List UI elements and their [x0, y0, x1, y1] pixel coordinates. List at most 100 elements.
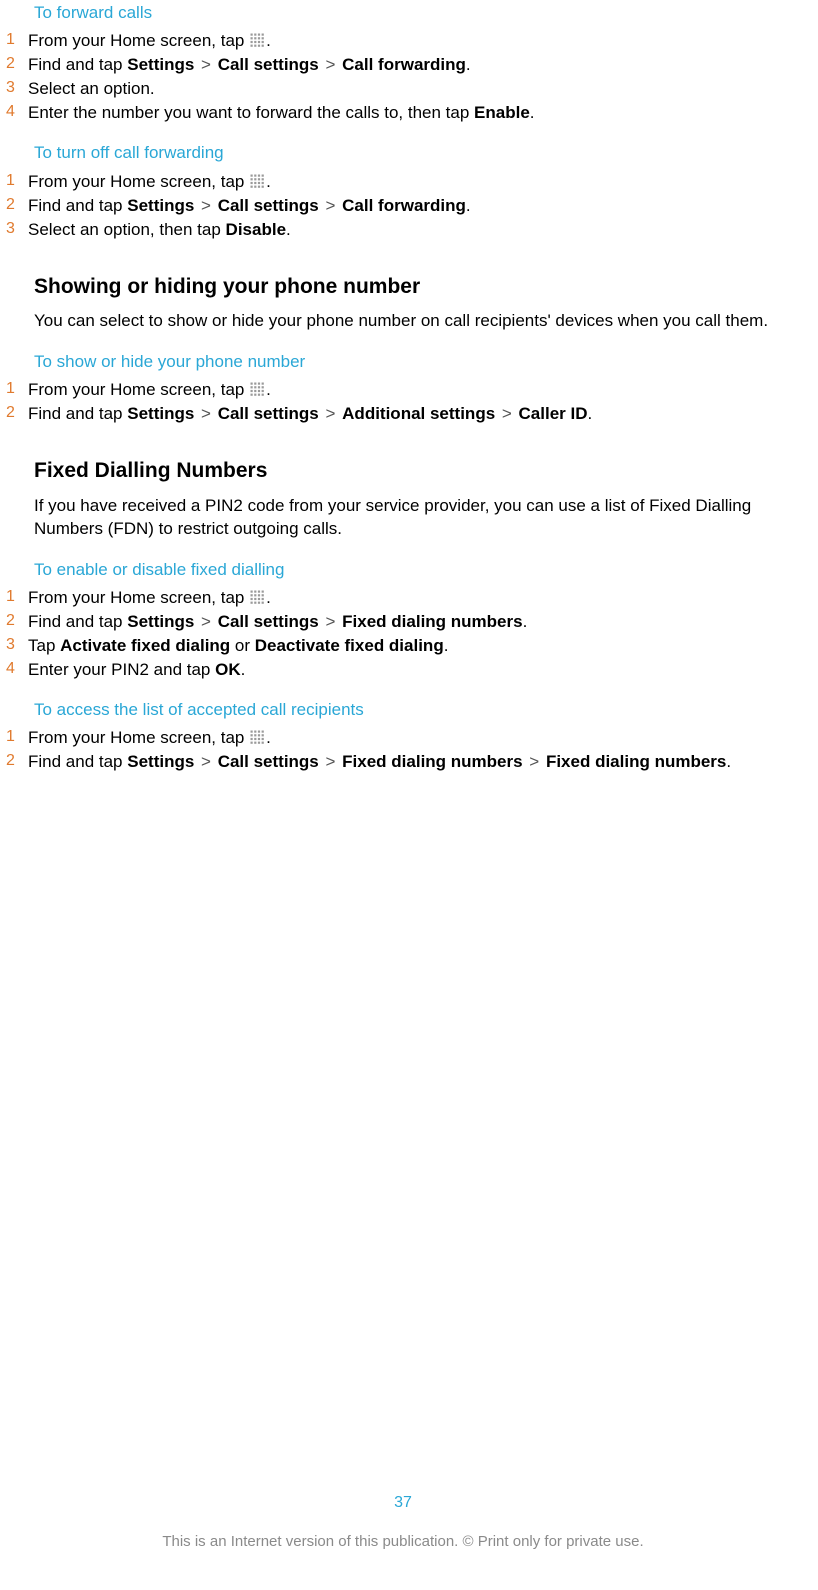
- section-heading: Showing or hiding your phone number: [34, 273, 806, 300]
- step-text: Enter your PIN2 and tap OK.: [28, 659, 806, 681]
- bold-term: Call settings: [218, 612, 319, 631]
- procedure-title: To access the list of accepted call reci…: [34, 699, 806, 721]
- step-list: 1From your Home screen, tap .2Find and t…: [0, 379, 806, 425]
- breadcrumb-separator: >: [523, 752, 546, 771]
- step-number: 1: [6, 171, 28, 192]
- step-number: 1: [6, 727, 28, 748]
- bold-term: Call forwarding: [342, 55, 466, 74]
- procedure-title: To turn off call forwarding: [34, 142, 806, 164]
- step-number: 1: [6, 587, 28, 608]
- step-text: Find and tap Settings > Call settings > …: [28, 403, 806, 425]
- step-text: Find and tap Settings > Call settings > …: [28, 751, 806, 773]
- breadcrumb-separator: >: [495, 404, 518, 423]
- section-heading: Fixed Dialling Numbers: [34, 457, 806, 484]
- bold-term: Fixed dialing numbers: [342, 612, 522, 631]
- step-number: 1: [6, 379, 28, 400]
- breadcrumb-separator: >: [319, 752, 342, 771]
- step-text: From your Home screen, tap .: [28, 171, 806, 193]
- breadcrumb-separator: >: [194, 404, 217, 423]
- step-row: 3Select an option, then tap Disable.: [0, 219, 806, 241]
- step-row: 4Enter your PIN2 and tap OK.: [0, 659, 806, 681]
- step-row: 1From your Home screen, tap .: [0, 379, 806, 401]
- procedure-title: To forward calls: [34, 2, 806, 24]
- apps-grid-icon: [250, 590, 265, 605]
- step-list: 1From your Home screen, tap .2Find and t…: [0, 30, 806, 124]
- bold-term: Call settings: [218, 55, 319, 74]
- step-text: From your Home screen, tap .: [28, 587, 806, 609]
- bold-term: Settings: [127, 196, 194, 215]
- step-number: 3: [6, 78, 28, 99]
- breadcrumb-separator: >: [319, 404, 342, 423]
- step-number: 2: [6, 611, 28, 632]
- step-text: Select an option.: [28, 78, 806, 100]
- step-text: Tap Activate fixed dialing or Deactivate…: [28, 635, 806, 657]
- bold-term: Activate fixed dialing: [60, 636, 230, 655]
- step-text: Find and tap Settings > Call settings > …: [28, 611, 806, 633]
- bold-term: Fixed dialing numbers: [342, 752, 522, 771]
- step-number: 2: [6, 54, 28, 75]
- step-text: Find and tap Settings > Call settings > …: [28, 195, 806, 217]
- step-row: 4Enter the number you want to forward th…: [0, 102, 806, 124]
- step-text: From your Home screen, tap .: [28, 727, 806, 749]
- bold-term: Call forwarding: [342, 196, 466, 215]
- step-text: From your Home screen, tap .: [28, 30, 806, 52]
- bold-term: Settings: [127, 752, 194, 771]
- bold-term: Call settings: [218, 196, 319, 215]
- step-number: 2: [6, 195, 28, 216]
- step-number: 1: [6, 30, 28, 51]
- bold-term: Call settings: [218, 752, 319, 771]
- step-number: 2: [6, 751, 28, 772]
- bold-term: Fixed dialing numbers: [546, 752, 726, 771]
- breadcrumb-separator: >: [319, 55, 342, 74]
- step-number: 3: [6, 635, 28, 656]
- step-list: 1From your Home screen, tap .2Find and t…: [0, 587, 806, 681]
- bold-term: Settings: [127, 55, 194, 74]
- body-paragraph: If you have received a PIN2 code from yo…: [34, 495, 798, 541]
- bold-term: OK: [215, 660, 241, 679]
- bold-term: Additional settings: [342, 404, 495, 423]
- step-text: Enter the number you want to forward the…: [28, 102, 806, 124]
- breadcrumb-separator: >: [194, 196, 217, 215]
- step-row: 3Tap Activate fixed dialing or Deactivat…: [0, 635, 806, 657]
- bold-term: Call settings: [218, 404, 319, 423]
- breadcrumb-separator: >: [319, 612, 342, 631]
- bold-term: Deactivate fixed dialing: [255, 636, 444, 655]
- step-list: 1From your Home screen, tap .2Find and t…: [0, 171, 806, 241]
- procedure-title: To enable or disable fixed dialling: [34, 559, 806, 581]
- apps-grid-icon: [250, 174, 265, 189]
- step-row: 2Find and tap Settings > Call settings >…: [0, 195, 806, 217]
- bold-term: Settings: [127, 612, 194, 631]
- breadcrumb-separator: >: [194, 55, 217, 74]
- body-paragraph: You can select to show or hide your phon…: [34, 310, 798, 333]
- step-row: 1From your Home screen, tap .: [0, 171, 806, 193]
- step-list: 1From your Home screen, tap .2Find and t…: [0, 727, 806, 773]
- bold-term: Disable: [226, 220, 286, 239]
- step-row: 2Find and tap Settings > Call settings >…: [0, 611, 806, 633]
- breadcrumb-separator: >: [194, 612, 217, 631]
- step-text: Find and tap Settings > Call settings > …: [28, 54, 806, 76]
- step-row: 1From your Home screen, tap .: [0, 587, 806, 609]
- footer-text: This is an Internet version of this publ…: [0, 1532, 806, 1552]
- step-number: 4: [6, 102, 28, 123]
- step-row: 2Find and tap Settings > Call settings >…: [0, 751, 806, 773]
- step-row: 2Find and tap Settings > Call settings >…: [0, 54, 806, 76]
- step-row: 1From your Home screen, tap .: [0, 30, 806, 52]
- step-number: 2: [6, 403, 28, 424]
- step-row: 2Find and tap Settings > Call settings >…: [0, 403, 806, 425]
- bold-term: Caller ID: [519, 404, 588, 423]
- page-number: 37: [0, 1493, 806, 1514]
- bold-term: Settings: [127, 404, 194, 423]
- procedure-title: To show or hide your phone number: [34, 351, 806, 373]
- step-number: 4: [6, 659, 28, 680]
- apps-grid-icon: [250, 730, 265, 745]
- step-text: Select an option, then tap Disable.: [28, 219, 806, 241]
- step-number: 3: [6, 219, 28, 240]
- breadcrumb-separator: >: [194, 752, 217, 771]
- step-row: 3Select an option.: [0, 78, 806, 100]
- step-text: From your Home screen, tap .: [28, 379, 806, 401]
- bold-term: Enable: [474, 103, 530, 122]
- step-row: 1From your Home screen, tap .: [0, 727, 806, 749]
- breadcrumb-separator: >: [319, 196, 342, 215]
- apps-grid-icon: [250, 33, 265, 48]
- apps-grid-icon: [250, 382, 265, 397]
